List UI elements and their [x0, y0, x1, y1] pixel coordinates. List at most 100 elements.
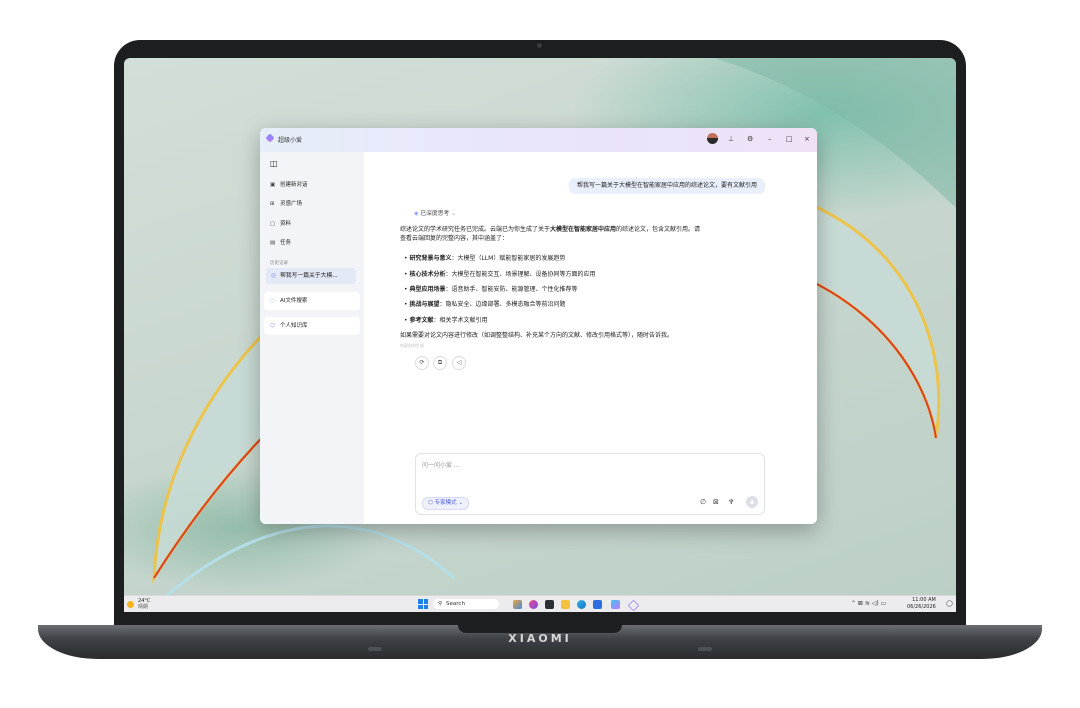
- chat-plus-icon: ▣: [270, 182, 276, 188]
- list-item-text: ：大模型在智能交互、场景理解、设备协同等方面的应用: [445, 271, 596, 278]
- sidebar-toggle-icon[interactable]: ◫: [270, 160, 278, 168]
- taskbar: 24°C 晴朗 ⚲ Search ⌃ ⊠ ≋ ◁) ▭ 11:00 AM 06/26/…: [124, 595, 956, 612]
- ai-file-search-card[interactable]: ◌ AI文件搜索: [264, 292, 360, 310]
- time: 11:00 AM: [912, 597, 936, 603]
- attachment-icon[interactable]: ∅: [700, 498, 706, 506]
- notification-icon[interactable]: ◯: [946, 600, 953, 607]
- user-message: 帮我写一篇关于大模型在智能家居中应用的综述论文，要有文献引用: [568, 178, 765, 194]
- title-bar: 超级小爱 ⊥ ⚙ – □ ×: [260, 128, 817, 152]
- list-item-text: ：相关学术文献引用: [433, 317, 488, 324]
- history-item-label: 帮我写一篇关于大模...: [280, 273, 338, 279]
- weather-widget[interactable]: 24°C 晴朗: [138, 598, 150, 610]
- thinking-toggle[interactable]: ◈ 已深度思考 ⌄: [414, 208, 456, 217]
- regenerate-icon[interactable]: ⟳: [415, 356, 429, 370]
- list-item-text: ：大模型（LLM）赋能智能家居的发展趋势: [451, 255, 566, 262]
- list-item: • 挑战与展望：隐私安全、边缘部署、多模态融合等前沿问题: [404, 301, 566, 308]
- ai-assistant-window: 超级小爱 ⊥ ⚙ – □ × ◫ ▣ 创建新对话 ⊞ 灵感广场 ▢ 资料 ▤ 任务 历史…: [260, 128, 817, 524]
- list-item-title: 典型应用场景: [409, 286, 446, 293]
- reply-intro: 综述论文的学术研究任务已完成。云端已为你生成了关于大模型在智能家居中应用的综述论…: [400, 225, 700, 243]
- chevron-down-icon: ⌄: [451, 211, 457, 217]
- reply-closing: 如果需要对论文内容进行修改（如调整整结构、补充某个方向的文献、修改引用格式等），…: [400, 332, 674, 339]
- grid-icon: ⊞: [270, 201, 275, 207]
- sidebar-item-new-chat[interactable]: ▣ 创建新对话: [270, 181, 308, 189]
- spinner-icon: ◌: [270, 298, 275, 304]
- laptop-base: XIAOMI: [38, 625, 1042, 659]
- ai-file-search-label: AI文件搜索: [280, 298, 308, 304]
- search-label: Search: [446, 601, 465, 607]
- pin-icon[interactable]: ⊥: [728, 134, 734, 144]
- tray-icons[interactable]: ⌃ ⊠ ≋ ◁) ▭: [851, 600, 886, 607]
- sparkle-icon: ◈: [414, 211, 419, 217]
- copy-icon[interactable]: ⧉: [433, 356, 447, 370]
- base-foot: [368, 647, 382, 651]
- clock[interactable]: 11:00 AM 06/26/2026: [907, 597, 936, 611]
- sidebar-item-tasks[interactable]: ▤ 任务: [270, 239, 291, 247]
- base-foot: [698, 647, 712, 651]
- maximize-icon[interactable]: □: [786, 134, 793, 144]
- brand-logo: XIAOMI: [508, 632, 572, 645]
- avatar[interactable]: [707, 133, 718, 144]
- send-button[interactable]: ▲: [746, 496, 758, 508]
- reply-text: 查看云端回复的完整内容，其中涵盖了：: [400, 235, 509, 242]
- list-item: • 参考文献：相关学术文献引用: [404, 317, 488, 324]
- knowledge-base-card[interactable]: ⬡ 个人知识库: [264, 317, 360, 335]
- history-item[interactable]: ◎ 帮我写一篇关于大模...: [266, 268, 356, 284]
- microphone-icon[interactable]: ♆: [728, 498, 734, 506]
- list-item: • 研究背景与意义：大模型（LLM）赋能智能家居的发展趋势: [404, 255, 566, 262]
- sidebar: ◫ ▣ 创建新对话 ⊞ 灵感广场 ▢ 资料 ▤ 任务 历史记录 ◎ 帮我写一篇关于大模..…: [260, 152, 364, 524]
- expert-mode-dropdown[interactable]: ⬡ 专家模式 ⌄: [422, 497, 469, 510]
- reply-bold: 大模型在智能家居中应用: [550, 226, 617, 233]
- ai-assistant-taskbar-icon[interactable]: [627, 599, 640, 612]
- list-item-text: ：语音助手、智能安防、能源管理、个性化推荐等: [445, 286, 578, 293]
- sidebar-item-label: 任务: [280, 240, 292, 246]
- document-icon: ▢: [270, 221, 276, 227]
- browser-icon[interactable]: [529, 600, 538, 609]
- list-item-text: ：隐私安全、边缘部署、多模态融合等前沿问题: [439, 301, 566, 308]
- start-button[interactable]: [418, 599, 428, 609]
- media-icon[interactable]: [545, 600, 554, 609]
- chat-input[interactable]: 问一问小爱 ...: [422, 460, 460, 469]
- list-item: • 典型应用场景：语音助手、智能安防、能源管理、个性化推荐等: [404, 286, 578, 293]
- app-logo-icon: [265, 133, 275, 143]
- copilot-app-icon[interactable]: [611, 600, 620, 609]
- list-item-title: 挑战与展望: [409, 301, 440, 308]
- list-item: • 核心技术分析：大模型在智能交互、场景理解、设备协同等方面的应用: [404, 271, 596, 278]
- search-icon: ⚲: [438, 601, 443, 607]
- gear-icon[interactable]: ⚙: [747, 134, 753, 144]
- sidebar-item-label: 资料: [280, 221, 292, 227]
- chevron-down-icon: ⌄: [458, 500, 463, 506]
- minimize-icon[interactable]: –: [768, 134, 772, 144]
- reply-text: 的综述论文，包含文献引用。请: [616, 226, 701, 233]
- cube-icon: ⬡: [428, 500, 433, 506]
- close-icon[interactable]: ×: [804, 134, 810, 144]
- chat-input-box[interactable]: 问一问小爱 ... ⬡ 专家模式 ⌄ ∅ ⊠ ♆ ▲: [415, 453, 765, 515]
- knowledge-base: ⬡ 个人知识库: [270, 322, 308, 330]
- list-item-title: 参考文献: [409, 317, 434, 324]
- sidebar-item-materials[interactable]: ▢ 资料: [270, 220, 291, 228]
- history-label: 历史记录: [270, 261, 288, 266]
- sidebar-item-label: 创建新对话: [280, 182, 308, 188]
- ai-file-search: ◌ AI文件搜索: [270, 297, 307, 305]
- sidebar-item-inspiration[interactable]: ⊞ 灵感广场: [270, 200, 302, 208]
- ai-generated-note: 内容由AI生成: [400, 343, 424, 348]
- reply-text: 综述论文的学术研究任务已完成。云端已为你生成了关于: [400, 226, 551, 233]
- speaker-icon[interactable]: ◁: [452, 356, 466, 370]
- store-icon[interactable]: [593, 600, 602, 609]
- mode-label: 专家模式: [434, 500, 457, 506]
- list-item-title: 研究背景与意义: [409, 255, 452, 262]
- date: 06/26/2026: [907, 604, 936, 610]
- knowledge-base-label: 个人知识库: [280, 323, 308, 329]
- folder-icon[interactable]: [561, 600, 570, 609]
- chat-area: 帮我写一篇关于大模型在智能家居中应用的综述论文，要有文献引用 ◈ 已深度思考 ⌄…: [364, 152, 817, 524]
- desktop-screen: 超级小爱 ⊥ ⚙ – □ × ◫ ▣ 创建新对话 ⊞ 灵感广场 ▢ 资料 ▤ 任务 历史…: [124, 58, 956, 612]
- image-icon[interactable]: ⊠: [713, 498, 719, 506]
- app-title: 超级小爱: [278, 137, 303, 144]
- webcam: [537, 43, 542, 48]
- weather-text: 晴朗: [138, 604, 149, 610]
- edge-icon[interactable]: [577, 600, 586, 609]
- copilot-icon[interactable]: [513, 600, 522, 609]
- weather-icon: [127, 601, 134, 608]
- cube-icon: ⬡: [270, 323, 275, 329]
- taskbar-search[interactable]: ⚲ Search: [433, 599, 499, 609]
- sidebar-item-label: 灵感广场: [280, 201, 303, 207]
